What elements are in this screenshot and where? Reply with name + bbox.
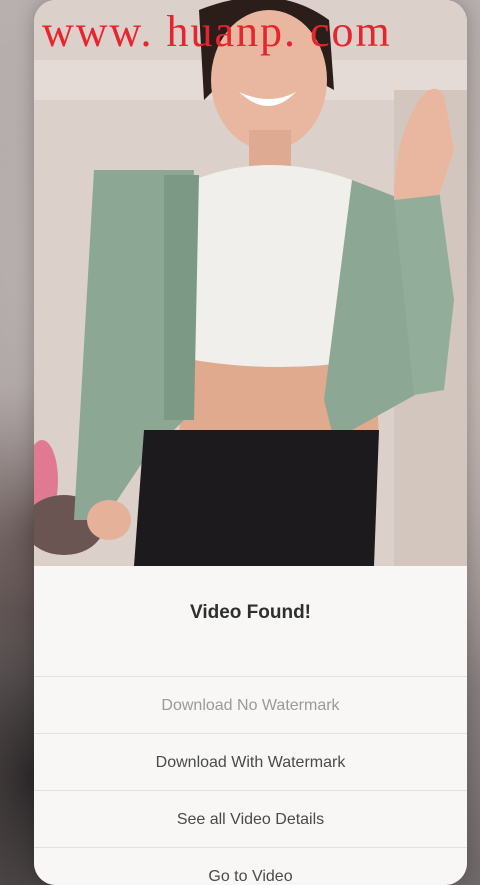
option-label: Download With Watermark <box>155 754 346 771</box>
option-label: Go to Video <box>208 868 293 885</box>
video-thumbnail: www. huanp. com <box>34 0 467 566</box>
sheet-title: Video Found! <box>189 602 312 623</box>
phone-screen: www. huanp. com Video Found! Download No… <box>34 0 467 885</box>
see-video-details-button[interactable]: See all Video Details <box>34 790 467 848</box>
download-no-watermark-button[interactable]: Download No Watermark <box>34 676 467 734</box>
option-label: See all Video Details <box>176 811 325 828</box>
action-sheet: Video Found! Download No Watermark Downl… <box>34 566 467 885</box>
go-to-video-button[interactable]: Go to Video <box>34 847 467 885</box>
watermark-text: www. huanp. com <box>42 7 392 56</box>
option-label: Download No Watermark <box>161 697 340 714</box>
video-frame-image <box>34 0 467 566</box>
download-with-watermark-button[interactable]: Download With Watermark <box>34 733 467 791</box>
